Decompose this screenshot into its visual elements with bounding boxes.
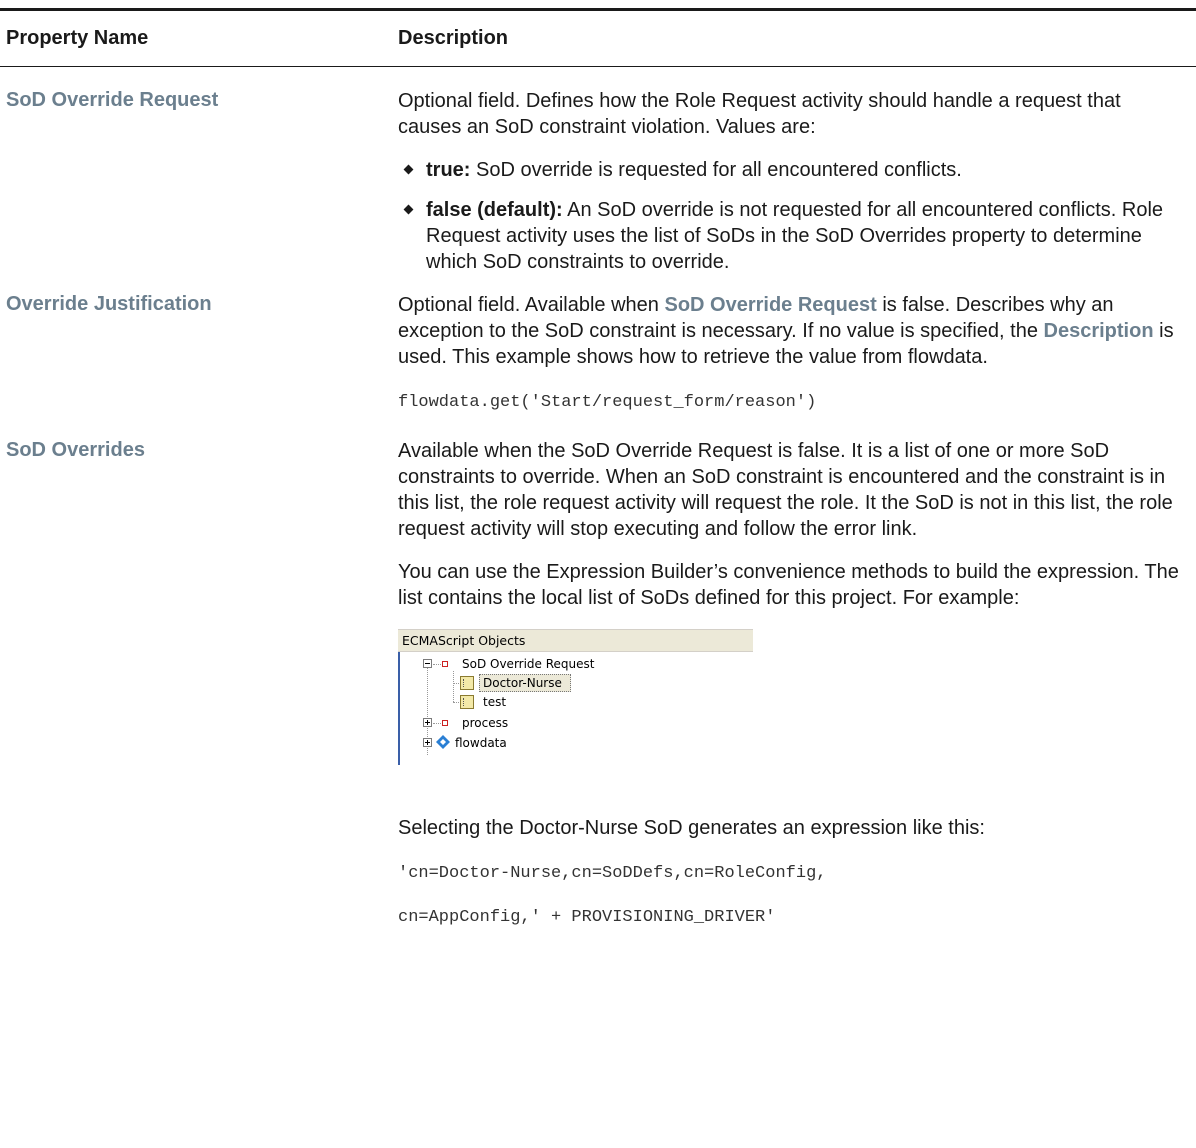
bullet-diamond-icon <box>403 204 414 215</box>
sod-override-request-link[interactable]: SoD Override Request <box>664 294 876 316</box>
property-name: Override Justification <box>6 293 212 315</box>
code-example: flowdata.get('Start/request_form/reason'… <box>398 393 817 412</box>
ecmascript-objects-screenshot: ECMAScript Objects SoD Override Request … <box>398 629 753 765</box>
table-row-sod-overrides: SoD Overrides Available when the SoD Ove… <box>0 414 1196 929</box>
property-description: Available when the SoD Override Request … <box>398 440 1173 540</box>
property-description: Optional field. Defines how the Role Req… <box>398 90 1121 138</box>
tree-item-doctor-nurse[interactable]: Doctor-Nurse <box>483 673 562 693</box>
description-link[interactable]: Description <box>1044 320 1154 342</box>
bullet-diamond-icon <box>403 164 414 175</box>
property-description: You can use the Expression Builder’s con… <box>398 561 1179 609</box>
description-text: Optional field. Available when <box>398 294 665 316</box>
property-name: SoD Overrides <box>6 439 145 461</box>
flowdata-icon <box>436 735 450 749</box>
object-icon <box>442 720 448 726</box>
list-item: true: SoD override is requested for all … <box>398 157 1184 183</box>
object-icon <box>442 661 448 667</box>
values-list: true: SoD override is requested for all … <box>398 157 1184 275</box>
sod-icon <box>460 676 474 690</box>
header-property-name: Property Name <box>6 27 149 49</box>
property-description: Selecting the Doctor-Nurse SoD generates… <box>398 817 985 839</box>
table-header-row: Property Name Description <box>0 11 1196 67</box>
property-table: Property Name Description SoD Override R… <box>0 8 1196 929</box>
tree-item-sod-override-request[interactable]: SoD Override Request <box>462 654 595 674</box>
panel-title: ECMAScript Objects <box>398 629 753 652</box>
header-description: Description <box>398 27 509 49</box>
sod-icon <box>460 695 474 709</box>
table-row-override-justification: Override Justification Optional field. A… <box>0 275 1196 414</box>
expand-icon[interactable] <box>423 738 432 747</box>
tree-item-process[interactable]: process <box>462 713 508 733</box>
value-term: true: <box>426 159 471 181</box>
table-row-sod-override-request: SoD Override Request Optional field. Def… <box>0 67 1196 275</box>
code-example: cn=AppConfig,' + PROVISIONING_DRIVER' <box>398 908 776 927</box>
tree-item-test[interactable]: test <box>483 692 506 712</box>
panel-border <box>398 652 400 765</box>
collapse-icon[interactable] <box>423 659 432 668</box>
tree-line <box>453 671 454 702</box>
value-text: SoD override is requested for all encoun… <box>470 159 962 181</box>
tree-item-flowdata[interactable]: flowdata <box>455 733 507 753</box>
expand-icon[interactable] <box>423 718 432 727</box>
code-example: 'cn=Doctor-Nurse,cn=SoDDefs,cn=RoleConfi… <box>398 864 827 883</box>
value-term: false (default): <box>426 199 563 221</box>
list-item: false (default): An SoD override is not … <box>398 197 1184 275</box>
property-description: Optional field. Available when SoD Overr… <box>398 292 1184 370</box>
property-name: SoD Override Request <box>6 89 219 111</box>
